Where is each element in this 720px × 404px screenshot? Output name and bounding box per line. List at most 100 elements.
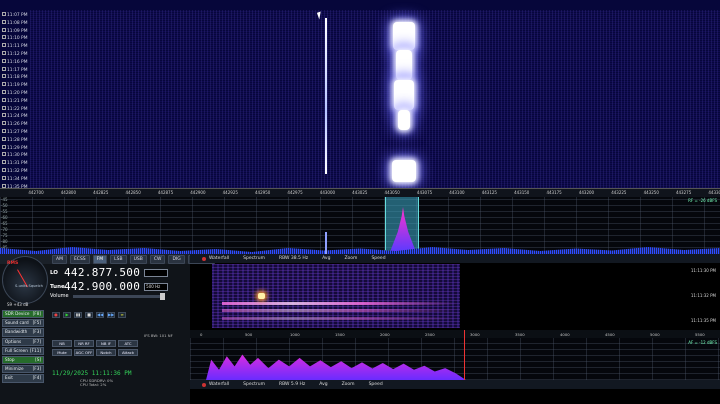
- side-button[interactable]: SDR Device [F8]: [2, 310, 44, 319]
- toolbar-item-label: Waterfall: [209, 256, 230, 261]
- toolbar-item[interactable]: Speed: [371, 256, 385, 261]
- dsp-button[interactable]: Attack: [118, 349, 138, 356]
- side-button-label: Stop: [5, 356, 15, 362]
- side-button[interactable]: Minimize [F3]: [2, 365, 44, 374]
- frequency-tick: 442825: [93, 190, 109, 195]
- toolbar-item[interactable]: Waterfall: [202, 382, 229, 387]
- waterfall-timestamp: 11:26 PM: [2, 121, 30, 129]
- mode-button-ecss[interactable]: ECSS: [69, 254, 90, 264]
- toolbar-item-label: Avg: [319, 382, 328, 387]
- side-button-key: [F3]: [32, 366, 41, 372]
- audio-filter-cutoff[interactable]: [464, 330, 465, 380]
- waterfall-timestamp: 11:11 PM: [2, 43, 30, 51]
- waterfall-timestamp: 11:34 PM: [2, 176, 30, 184]
- audio-frequency-tick: 3000: [470, 332, 480, 337]
- audio-frequency-tick: 5000: [650, 332, 660, 337]
- record-icon[interactable]: ●: [52, 312, 60, 318]
- toolbar-item[interactable]: Waterfall: [202, 256, 229, 261]
- frequency-tick: 443250: [643, 190, 659, 195]
- stop-icon[interactable]: ■: [85, 312, 93, 318]
- toolbar-item[interactable]: Zoom: [344, 256, 357, 261]
- mode-button-am[interactable]: AM: [52, 254, 67, 264]
- audio-time: 11:11:32 PM: [690, 293, 716, 298]
- audio-frequency-tick: 4000: [560, 332, 570, 337]
- dsp-button[interactable]: NB: [52, 340, 72, 347]
- toolbar-item[interactable]: RBW 5.9 Hz: [279, 382, 305, 387]
- rewind-icon[interactable]: ◀◀: [96, 312, 104, 318]
- forward-icon[interactable]: ▶▶: [107, 312, 115, 318]
- dsp-button[interactable]: ATC: [118, 340, 138, 347]
- toolbar-item[interactable]: Spectrum: [243, 256, 265, 261]
- frequency-tick: 443125: [481, 190, 497, 195]
- side-button[interactable]: Stop [S]: [2, 355, 44, 365]
- frequency-tick: 442850: [125, 190, 141, 195]
- waterfall-timestamp: 11:22 PM: [2, 106, 30, 114]
- lo-dropdown[interactable]: [144, 268, 169, 277]
- cpu-total: CPU Total: 2%: [80, 382, 107, 388]
- side-button-column: SDR Device [F8] Sound card [F5] Bandwidth [F3…: [2, 310, 44, 384]
- dsp-button[interactable]: Mute: [52, 349, 72, 356]
- audio-time: 11:11:30 PM: [690, 268, 716, 273]
- audio-waterfall-toolbar: Waterfall Spectrum RBW 38.5 Hz Avg Zoom Speed: [190, 254, 720, 263]
- side-button-label: Minimize: [5, 366, 24, 372]
- waterfall-timestamp: 11:32 PM: [2, 168, 30, 176]
- pause-icon[interactable]: ▮▮: [74, 312, 82, 318]
- volume-thumb[interactable]: [159, 292, 165, 300]
- rf-spectrum[interactable]: -45-50-55-60-65-70-75-80-85-90-95-100-10…: [0, 197, 720, 254]
- tune-step-select[interactable]: 500 Hz: [144, 282, 169, 291]
- side-button-label: Full Screen: [5, 347, 28, 353]
- waterfall-timestamp: 11:28 PM: [2, 137, 30, 145]
- frequency-tick: 442875: [157, 190, 174, 195]
- toolbar-item[interactable]: Avg: [322, 256, 330, 261]
- tune-frequency[interactable]: 442.900.000: [64, 280, 140, 293]
- volume-label: Volume: [50, 293, 69, 299]
- mode-button-lsb[interactable]: LSB: [110, 254, 127, 264]
- side-button-key: [F8]: [32, 311, 41, 316]
- mode-button-usb[interactable]: USB: [129, 254, 147, 264]
- side-button[interactable]: Exit [F4]: [2, 374, 44, 383]
- toolbar-item[interactable]: Spectrum: [243, 382, 265, 387]
- audio-frequency-tick: 5500: [695, 332, 705, 337]
- side-button[interactable]: Bandwidth [F3]: [2, 328, 44, 337]
- waterfall-timestamp: 11:27 PM: [2, 129, 30, 137]
- audio-time: 11:11:35 PM: [690, 318, 716, 323]
- mode-button-fm[interactable]: FM: [92, 254, 108, 264]
- dsp-button[interactable]: NB IF: [96, 340, 116, 347]
- frequency-tick: 443025: [352, 190, 368, 195]
- lo-frequency[interactable]: 442.877.500: [64, 266, 140, 279]
- waterfall-timestamps: 11:07 PM 11:08 PM 11:09 PM 11:10 PM 11:11 PM…: [2, 12, 30, 189]
- play-icon[interactable]: ▶: [63, 312, 71, 318]
- signal-burst: [393, 22, 415, 50]
- loop-icon[interactable]: ∞: [118, 312, 126, 318]
- volume-slider[interactable]: [72, 292, 165, 300]
- tune-label: Tune: [50, 283, 65, 290]
- side-button-key: [F4]: [32, 375, 41, 381]
- audio-waterfall[interactable]: [212, 264, 460, 328]
- frequency-tick: 443000: [319, 190, 336, 195]
- audio-spectrum-fill: [206, 354, 466, 380]
- rf-waterfall[interactable]: 11:07 PM 11:08 PM 11:09 PM 11:10 PM 11:11 PM…: [0, 0, 720, 189]
- mode-button-dig[interactable]: DIG: [168, 254, 185, 264]
- toolbar-item[interactable]: Avg: [319, 382, 327, 387]
- toolbar-item[interactable]: Speed: [369, 382, 383, 387]
- audio-band: [222, 309, 457, 312]
- dsp-button[interactable]: NR RF: [74, 340, 94, 347]
- carrier-trace: [325, 18, 327, 174]
- mode-button-cw[interactable]: CW: [149, 254, 166, 264]
- toolbar-item[interactable]: Zoom: [342, 382, 355, 387]
- audio-band: [222, 302, 457, 305]
- waterfall-timestamp: 11:08 PM: [2, 20, 30, 28]
- toolbar-item-label: Speed: [371, 256, 386, 261]
- s-meter-label: RMS: [7, 261, 19, 266]
- s-meter: RMS S-units Squelch S9 +43 dB: [2, 256, 48, 307]
- side-button[interactable]: Full Screen [F11]: [2, 346, 44, 355]
- dsp-button[interactable]: Notch: [96, 349, 116, 356]
- waterfall-timestamp: 11:07 PM: [2, 12, 30, 20]
- side-button[interactable]: Sound card [F5]: [2, 319, 44, 328]
- audio-spectrum[interactable]: [190, 338, 720, 380]
- dsp-button[interactable]: AGC OFF: [74, 349, 94, 356]
- toolbar-item[interactable]: RBW 38.5 Hz: [279, 256, 308, 261]
- side-button[interactable]: Options [F7]: [2, 337, 44, 346]
- audio-frequency-tick: 0: [200, 332, 203, 337]
- audio-frequency-tick: 1000: [290, 332, 300, 337]
